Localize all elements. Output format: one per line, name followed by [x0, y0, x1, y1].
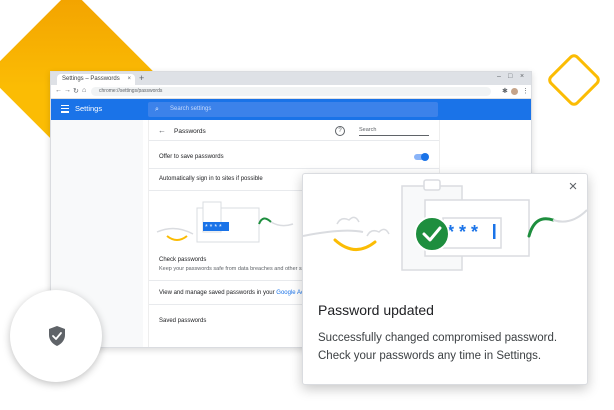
back-arrow-icon[interactable]: ←	[158, 126, 166, 135]
passwords-title: Passwords	[174, 128, 206, 135]
shield-badge	[10, 290, 102, 382]
manage-passwords-label: View and manage saved passwords in your	[159, 290, 277, 296]
svg-text:* * *: * * *	[447, 222, 478, 242]
close-icon[interactable]: ×	[565, 178, 581, 195]
profile-avatar[interactable]	[511, 88, 518, 95]
password-updated-illustration: * * *	[303, 179, 587, 271]
popup-line-1: Successfully changed compromised passwor…	[318, 332, 558, 344]
back-button[interactable]: ←	[55, 87, 62, 94]
check-passwords-illustration: * * * *	[156, 201, 294, 243]
browser-toolbar: ← → ↻ ⌂ chrome://settings/passwords ✱ ⋮	[51, 85, 531, 99]
new-tab-button[interactable]: +	[139, 73, 144, 83]
minimize-button[interactable]: –	[497, 73, 501, 80]
offer-to-save-label: Offer to save passwords	[159, 154, 224, 160]
maximize-button[interactable]: □	[508, 73, 512, 80]
search-settings-input[interactable]: ⌕ Search settings	[148, 102, 438, 117]
yellow-outline-diamond-decoration	[545, 51, 603, 109]
settings-header: Settings ⌕ Search settings	[51, 99, 531, 120]
menu-icon[interactable]	[61, 105, 69, 113]
popup-line-2: Check your passwords any time in Setting…	[318, 350, 542, 362]
tab-settings-passwords[interactable]: Settings – Passwords ×	[57, 74, 135, 85]
extensions-puzzle-icon[interactable]: ✱	[502, 87, 508, 95]
window-close-button[interactable]: ×	[520, 73, 524, 80]
home-button[interactable]: ⌂	[82, 87, 86, 94]
password-updated-dialog: * * * × Password updated Successfully ch…	[302, 173, 588, 385]
popup-title: Password updated	[318, 302, 434, 318]
tab-title: Settings – Passwords	[62, 76, 120, 82]
forward-button[interactable]: →	[64, 87, 71, 94]
browser-menu-icon[interactable]: ⋮	[522, 87, 529, 95]
tab-close-icon[interactable]: ×	[127, 74, 131, 85]
address-bar[interactable]: chrome://settings/passwords	[91, 87, 491, 96]
tab-strip: Settings – Passwords × + – □ ×	[51, 72, 531, 85]
passwords-search-input[interactable]: Search	[359, 125, 429, 136]
svg-text:* * * *: * * * *	[205, 224, 222, 231]
search-settings-placeholder: Search settings	[170, 106, 212, 112]
settings-title: Settings	[75, 104, 103, 113]
offer-to-save-toggle[interactable]	[414, 152, 429, 161]
popup-body: Successfully changed compromised passwor…	[318, 329, 580, 365]
help-icon[interactable]: ?	[335, 126, 345, 136]
search-icon: ⌕	[155, 106, 159, 113]
reload-button[interactable]: ↻	[73, 87, 79, 95]
shield-icon	[49, 326, 65, 346]
